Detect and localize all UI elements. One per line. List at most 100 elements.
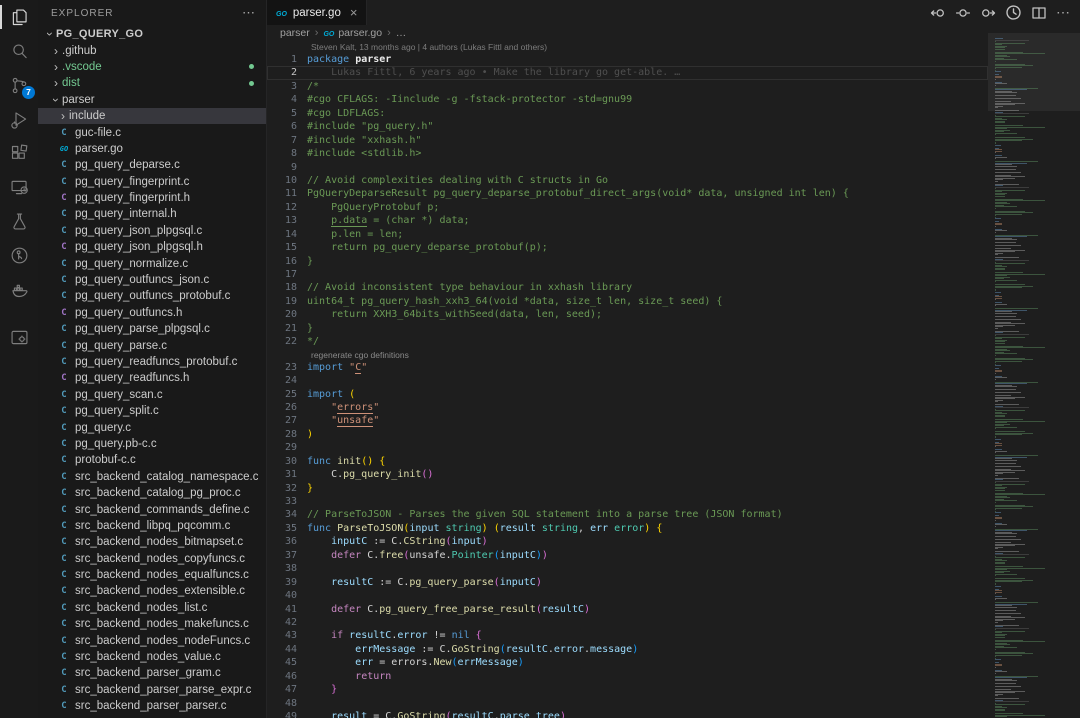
explorer-icon[interactable] [0,0,38,34]
tree-item-src-backend-nodes-copyfuncs.c[interactable]: Csrc_backend_nodes_copyfuncs.c [38,551,266,567]
run-debug-icon[interactable] [0,102,38,136]
tree-item-pg-query-readfuncs-protobuf.c[interactable]: Cpg_query_readfuncs_protobuf.c [38,354,266,370]
tree-item-src-backend-commands-define.c[interactable]: Csrc_backend_commands_define.c [38,501,266,517]
tree-item-pg-query-fingerprint.c[interactable]: Cpg_query_fingerprint.c [38,174,266,190]
code-line-13[interactable]: 13 p.data = (char *) data; [267,214,988,227]
code-line-2[interactable]: 2 Lukas Fittl, 6 years ago • Make the li… [267,66,988,79]
code-line-7[interactable]: 7#include "xxhash.h" [267,134,988,147]
source-control-icon[interactable]: 7 [0,68,38,102]
code-line-24[interactable]: 24 [267,374,988,387]
chevron-right-icon[interactable]: › [57,111,69,121]
nav-forward-icon[interactable] [980,5,996,21]
tree-item-pg-query.pb-c.c[interactable]: Cpg_query.pb-c.c [38,436,266,452]
code-line-6[interactable]: 6#include "pg_query.h" [267,120,988,133]
tree-item-pg-query-json-plpgsql.c[interactable]: Cpg_query_json_plpgsql.c [38,223,266,239]
docker-icon[interactable] [0,272,38,306]
chevron-right-icon[interactable]: › [50,46,62,56]
explorer-more-actions-icon[interactable]: ⋯ [242,5,256,21]
tree-item-src-backend-parser-gram.c[interactable]: Csrc_backend_parser_gram.c [38,665,266,681]
tree-item-.vscode[interactable]: ›.vscode [38,59,266,75]
tree-item-pg-query-json-plpgsql.h[interactable]: Cpg_query_json_plpgsql.h [38,239,266,255]
code-line-16[interactable]: 16} [267,255,988,268]
code-line-28[interactable]: 28) [267,428,988,441]
tree-item-src-backend-nodes-bitmapset.c[interactable]: Csrc_backend_nodes_bitmapset.c [38,534,266,550]
tree-item-pg-query-outfuncs-protobuf.c[interactable]: Cpg_query_outfuncs_protobuf.c [38,288,266,304]
code-line-18[interactable]: 18// Avoid inconsistent type behaviour i… [267,281,988,294]
tree-item-include[interactable]: ›include [38,108,266,124]
code-line-26[interactable]: 26 "errors" [267,401,988,414]
tree-item-protobuf-c.c[interactable]: Cprotobuf-c.c [38,452,266,468]
pull-request-icon[interactable] [0,238,38,272]
code-line-45[interactable]: 45 err = errors.New(errMessage) [267,656,988,669]
tree-item-src-backend-catalog-pg-proc.c[interactable]: Csrc_backend_catalog_pg_proc.c [38,485,266,501]
tree-item-guc-file.c[interactable]: Cguc-file.c [38,124,266,140]
tree-item-pg-query-internal.h[interactable]: Cpg_query_internal.h [38,206,266,222]
tab-parser-go[interactable]: GO parser.go × [267,0,367,25]
code-line-43[interactable]: 43 if resultC.error != nil { [267,629,988,642]
code-line-17[interactable]: 17 [267,268,988,281]
code-line-37[interactable]: 37 defer C.free(unsafe.Pointer(inputC)) [267,549,988,562]
code-line-11[interactable]: 11PgQueryDeparseResult pg_query_deparse_… [267,187,988,200]
extensions-icon[interactable] [0,136,38,170]
code-line-44[interactable]: 44 errMessage := C.GoString(resultC.erro… [267,643,988,656]
code-line-12[interactable]: 12 PgQueryProtobuf p; [267,201,988,214]
code-line-19[interactable]: 19uint64_t pg_query_hash_xxh3_64(void *d… [267,295,988,308]
tools-icon[interactable] [0,320,38,354]
tree-item-pg-query.c[interactable]: Cpg_query.c [38,419,266,435]
code-line-38[interactable]: 38 [267,562,988,575]
code-line-25[interactable]: 25import ( [267,388,988,401]
breadcrumb-item[interactable]: GOparser.go [323,27,382,39]
search-icon[interactable] [0,34,38,68]
code-line-3[interactable]: 3/* [267,80,988,93]
code-line-46[interactable]: 46 return [267,670,988,683]
tree-item-src-backend-nodes-value.c[interactable]: Csrc_backend_nodes_value.c [38,649,266,665]
code-line-36[interactable]: 36 inputC := C.CString(input) [267,535,988,548]
tree-item-pg-query-parse-plpgsql.c[interactable]: Cpg_query_parse_plpgsql.c [38,321,266,337]
code-line-5[interactable]: 5#cgo LDFLAGS: [267,107,988,120]
code-line-9[interactable]: 9 [267,161,988,174]
tree-item-pg-query-scan.c[interactable]: Cpg_query_scan.c [38,387,266,403]
breadcrumb-item[interactable]: … [396,27,407,39]
code-line-49[interactable]: 49 result = C.GoString(resultC.parse_tre… [267,710,988,718]
code-line-32[interactable]: 32} [267,482,988,495]
split-editor-icon[interactable] [1031,5,1047,21]
code-line-22[interactable]: 22*/ [267,335,988,348]
code-line-10[interactable]: 10// Avoid complexities dealing with C s… [267,174,988,187]
code-pane[interactable]: Steven Kalt, 13 months ago | 4 authors (… [267,41,988,718]
chevron-down-icon[interactable]: › [45,28,55,40]
code-line-48[interactable]: 48 [267,697,988,710]
chevron-right-icon[interactable]: › [50,78,62,88]
tree-item-parser.go[interactable]: GOparser.go [38,141,266,157]
code-line-14[interactable]: 14 p.len = len; [267,228,988,241]
run-history-icon[interactable] [1005,4,1022,21]
chevron-down-icon[interactable]: › [51,94,61,106]
tree-item-src-backend-parser-parse-expr.c[interactable]: Csrc_backend_parser_parse_expr.c [38,682,266,698]
nav-circle-icon[interactable] [955,5,971,21]
code-line-1[interactable]: 1package parser [267,53,988,66]
tree-item-pg-query-outfuncs.h[interactable]: Cpg_query_outfuncs.h [38,305,266,321]
testing-icon[interactable] [0,204,38,238]
tree-item-src-backend-nodes-extensible.c[interactable]: Csrc_backend_nodes_extensible.c [38,583,266,599]
tree-item-pg-query-outfuncs-json.c[interactable]: Cpg_query_outfuncs_json.c [38,272,266,288]
breadcrumb-item[interactable]: parser [280,27,310,39]
tree-item-pg-query-parse.c[interactable]: Cpg_query_parse.c [38,337,266,353]
code-line-21[interactable]: 21} [267,322,988,335]
tree-item-src-backend-nodes-equalfuncs.c[interactable]: Csrc_backend_nodes_equalfuncs.c [38,567,266,583]
tree-item-src-backend-libpq-pqcomm.c[interactable]: Csrc_backend_libpq_pqcomm.c [38,518,266,534]
tree-item-parser[interactable]: ›parser [38,92,266,108]
tree-item-pg-query-deparse.c[interactable]: Cpg_query_deparse.c [38,157,266,173]
tree-item-pg-query-go[interactable]: ›PG_QUERY_GO [38,26,266,42]
nav-back-icon[interactable] [930,5,946,21]
code-line-15[interactable]: 15 return pg_query_deparse_protobuf(p); [267,241,988,254]
code-line-42[interactable]: 42 [267,616,988,629]
code-line-31[interactable]: 31 C.pg_query_init() [267,468,988,481]
tree-item-src-backend-nodes-list.c[interactable]: Csrc_backend_nodes_list.c [38,600,266,616]
close-tab-icon[interactable]: × [350,5,358,20]
tree-item-src-backend-catalog-namespace.c[interactable]: Csrc_backend_catalog_namespace.c [38,469,266,485]
chevron-right-icon[interactable]: › [50,62,62,72]
minimap[interactable] [988,25,1080,718]
tree-item-src-backend-nodes-nodefuncs.c[interactable]: Csrc_backend_nodes_nodeFuncs.c [38,632,266,648]
tree-item-pg-query-readfuncs.h[interactable]: Cpg_query_readfuncs.h [38,370,266,386]
code-line-29[interactable]: 29 [267,441,988,454]
code-line-8[interactable]: 8#include <stdlib.h> [267,147,988,160]
